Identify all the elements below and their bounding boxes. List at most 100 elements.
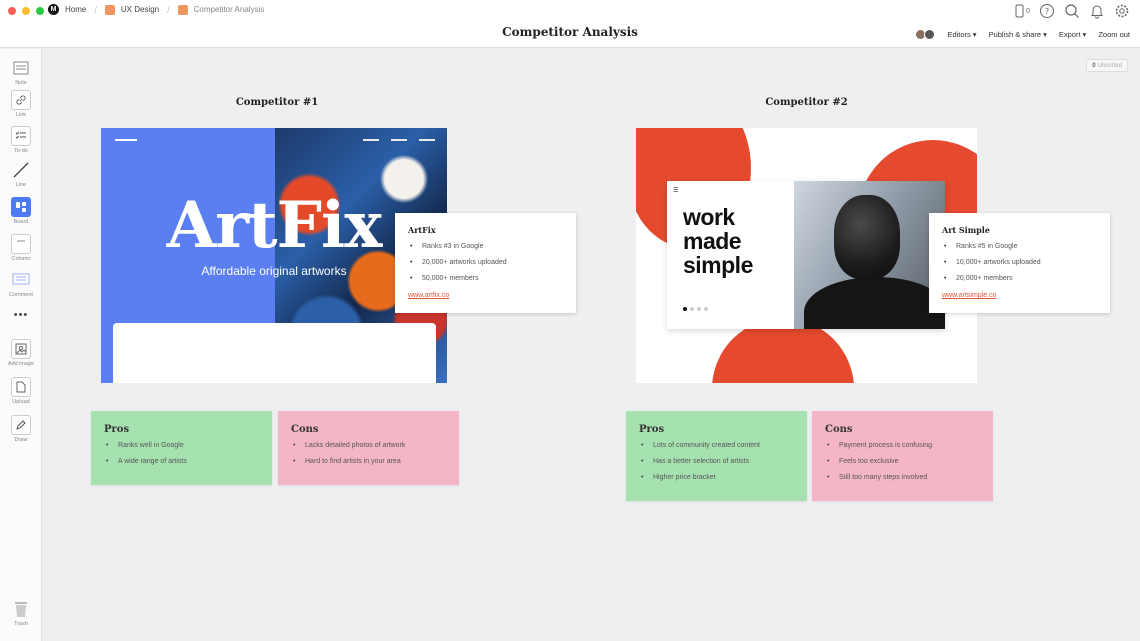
carousel-dot [683, 307, 687, 311]
list-item: 20,000+ artworks uploaded [408, 258, 563, 274]
trash-icon [11, 599, 31, 619]
pros-note-2[interactable]: Pros Lots of community created content H… [626, 411, 807, 501]
maximize-window-button[interactable] [36, 7, 44, 15]
note-title: Pros [104, 424, 130, 435]
note-title: Cons [291, 424, 319, 435]
tool-board[interactable]: Board [0, 197, 42, 225]
breadcrumb: M Home / UX Design / Competitor Analysis [48, 4, 264, 15]
artfix-info-card[interactable]: ArtFix Ranks #3 in Google 20,000+ artwor… [395, 213, 576, 313]
board-icon [177, 4, 188, 15]
carousel-dots [683, 307, 708, 311]
line-icon [11, 160, 31, 180]
nav-line [419, 139, 435, 141]
minimize-window-button[interactable] [22, 7, 30, 15]
card-list: Ranks #3 in Google 20,000+ artworks uplo… [408, 242, 563, 290]
milanote-logo-icon: M [48, 4, 59, 15]
tool-more[interactable]: ••• [0, 305, 42, 325]
export-menu[interactable]: Export ▾ [1059, 30, 1086, 39]
breadcrumb-ux-design[interactable]: UX Design [104, 4, 160, 15]
list-item: Lacks detailed photos of artwork [291, 441, 446, 457]
tool-link[interactable]: Link [0, 90, 42, 118]
publish-share-menu[interactable]: Publish & share ▾ [989, 30, 1047, 39]
tool-comment[interactable]: Comment [0, 270, 42, 298]
note-list: Lacks detailed photos of artwork Hard to… [291, 441, 446, 473]
mobile-count: 0 [1026, 7, 1030, 15]
upload-icon [11, 377, 31, 397]
cons-note-2[interactable]: Cons Payment process is confusing Feels … [812, 411, 993, 501]
mobile-app-button[interactable]: 0 [1014, 3, 1030, 19]
artsimple-slogan: work made simple [683, 205, 753, 277]
board-icon [11, 197, 31, 217]
image-icon [11, 339, 31, 359]
list-item: A wide range of artists [104, 457, 259, 473]
artfix-link[interactable]: www.artfix.co [408, 292, 563, 299]
slogan-line: simple [683, 252, 753, 278]
tool-label: Note [15, 80, 27, 86]
top-actions: Editors ▾ Publish & share ▾ Export ▾ Zoom o… [915, 29, 1130, 40]
zoom-label: Zoom out [1098, 30, 1130, 39]
left-toolbar: Note Link To-do Line Board Column Commen… [0, 49, 42, 641]
list-item: 20,000+ members [942, 274, 1097, 290]
breadcrumb-current[interactable]: Competitor Analysis [177, 4, 264, 15]
tool-todo[interactable]: To-do [0, 126, 42, 154]
zoom-out-button[interactable]: Zoom out [1098, 30, 1130, 39]
carousel-dot [697, 307, 701, 311]
note-list: Payment process is confusing Feels too e… [825, 441, 980, 489]
tool-add-image[interactable]: Add image [0, 339, 42, 367]
tool-label: Column [11, 256, 31, 262]
tool-label: To-do [14, 148, 28, 154]
artsimple-screenshot[interactable]: ☰ work made simple [636, 128, 977, 383]
tool-upload[interactable]: Upload [0, 377, 42, 405]
breadcrumb-home[interactable]: M Home [48, 4, 86, 15]
avatar [924, 29, 936, 40]
tool-line[interactable]: Line [0, 160, 42, 188]
more-icon: ••• [13, 309, 29, 321]
note-list: Ranks well in Google A wide range of art… [104, 441, 259, 473]
list-item: Hard to find artists in your area [291, 457, 446, 473]
breadcrumb-separator: / [94, 4, 97, 15]
help-button[interactable]: ? [1039, 3, 1055, 19]
pros-note-1[interactable]: Pros Ranks well in Google A wide range o… [91, 411, 272, 485]
slogan-line: work [683, 204, 735, 230]
chevron-down-icon: ▾ [1082, 30, 1087, 39]
chevron-down-icon: ▾ [1043, 30, 1047, 39]
list-item: 10,000+ artworks uploaded [942, 258, 1097, 274]
tool-draw[interactable]: Draw [0, 415, 42, 443]
svg-text:?: ? [1045, 7, 1049, 16]
list-item: Ranks #5 in Google [942, 242, 1097, 258]
artsimple-link[interactable]: www.artsimple.co [942, 292, 1097, 299]
tool-trash[interactable]: Trash [0, 599, 42, 627]
breadcrumb-label: UX Design [120, 5, 160, 14]
list-item: Ranks well in Google [104, 441, 259, 457]
tool-note[interactable]: Note [0, 58, 42, 86]
portrait-head [834, 195, 900, 279]
tool-label: Draw [14, 437, 28, 443]
breadcrumb-label: Home [65, 5, 87, 14]
settings-button[interactable] [1114, 3, 1130, 19]
unsorted-count: 0 [1092, 62, 1096, 69]
search-button[interactable] [1064, 3, 1080, 19]
portrait-shoulders [804, 277, 945, 329]
list-item: Ranks #3 in Google [408, 242, 563, 258]
artsimple-hero: ☰ work made simple [667, 181, 945, 329]
editors-menu[interactable]: Editors ▾ [947, 30, 976, 39]
card-list: Ranks #5 in Google 10,000+ artworks uplo… [942, 242, 1097, 290]
tool-column[interactable]: Column [0, 234, 42, 262]
unsorted-button[interactable]: 0 Unsorted [1086, 59, 1128, 72]
note-icon [11, 58, 31, 78]
search-icon [1065, 4, 1079, 18]
artsimple-info-card[interactable]: Art Simple Ranks #5 in Google 10,000+ ar… [929, 213, 1110, 313]
cons-note-1[interactable]: Cons Lacks detailed photos of artwork Ha… [278, 411, 459, 485]
carousel-dot [704, 307, 708, 311]
card-title: ArtFix [408, 225, 436, 235]
bell-icon [1091, 5, 1103, 19]
tool-label: Link [15, 112, 27, 118]
list-item: 50,000+ members [408, 274, 563, 290]
editors-avatars [915, 29, 936, 40]
close-window-button[interactable] [8, 7, 16, 15]
window-controls [8, 7, 44, 15]
note-list: Lots of community created content Has a … [639, 441, 794, 489]
top-bar: M Home / UX Design / Competitor Analysis… [0, 0, 1140, 48]
notifications-button[interactable] [1089, 3, 1105, 19]
board-icon [104, 4, 115, 15]
